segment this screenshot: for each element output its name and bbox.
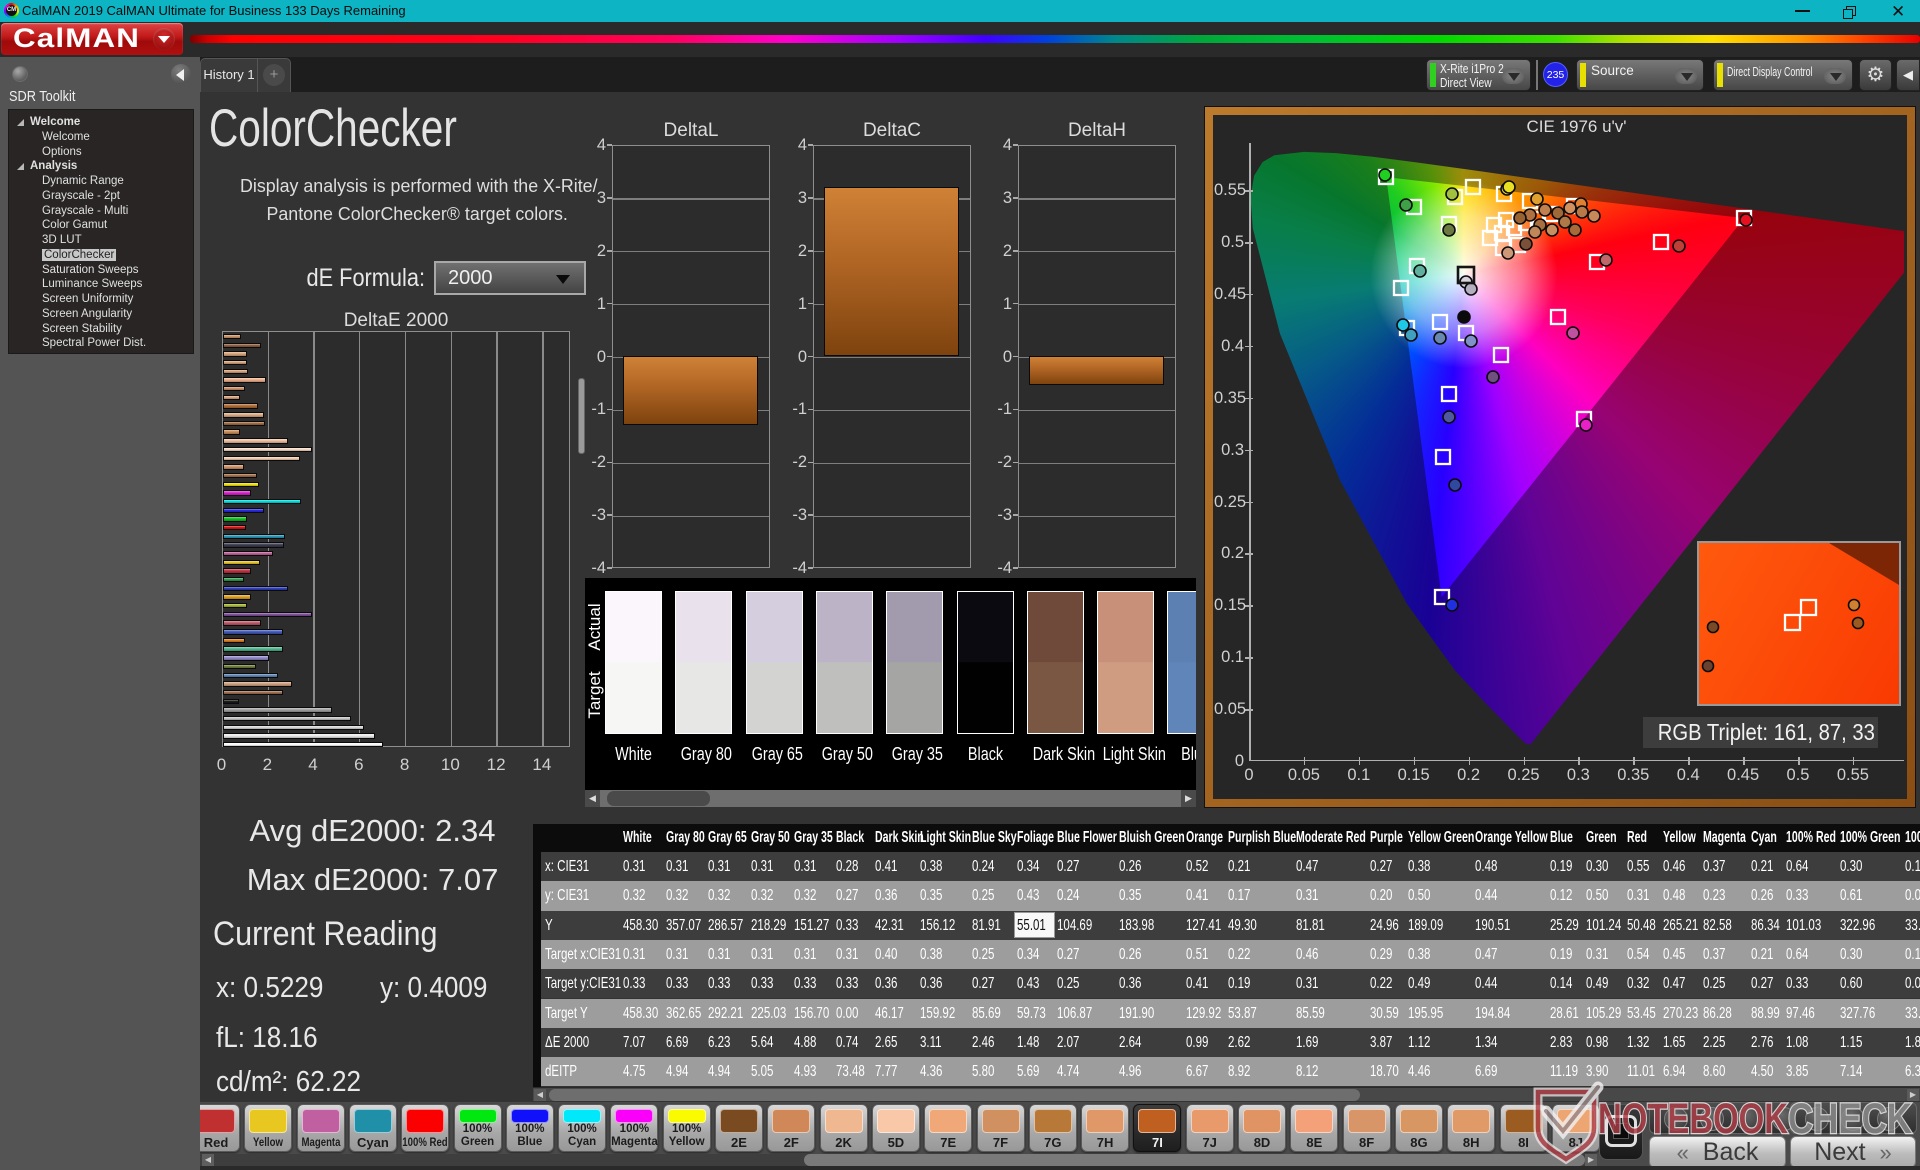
svg-text:CHECK: CHECK [1788, 1095, 1912, 1143]
svg-text:NOTEBOOK: NOTEBOOK [1598, 1095, 1788, 1143]
